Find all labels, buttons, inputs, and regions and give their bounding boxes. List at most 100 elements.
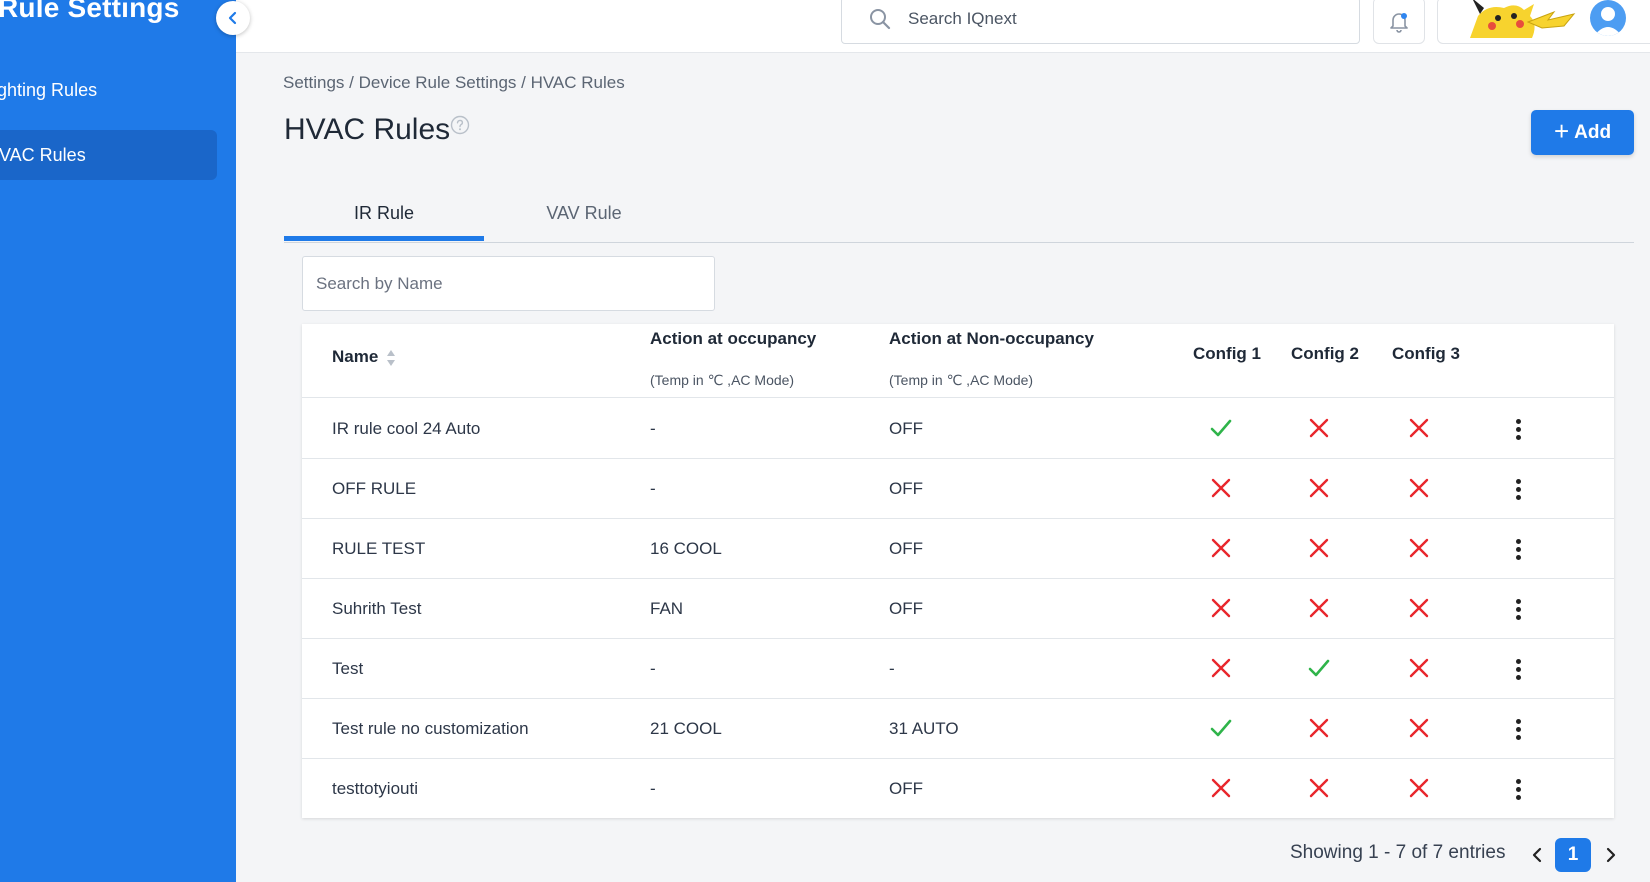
brand-mascot-image (1470, 0, 1576, 38)
more-vertical-icon-dot (1515, 606, 1521, 612)
config-1-status (1208, 415, 1234, 441)
chevron-left-icon (228, 11, 237, 25)
global-search (841, 0, 1360, 44)
table-header: Name Action at occupancy (Temp in ℃ ,AC … (302, 324, 1614, 398)
table-row[interactable]: Test rule no customization 21 COOL 31 AUTO (302, 699, 1614, 759)
tab-vav-rule[interactable]: VAV Rule (484, 193, 684, 243)
config-2-status (1306, 475, 1332, 501)
table-row[interactable]: IR rule cool 24 Auto - OFF (302, 399, 1614, 459)
active-tab-indicator (284, 236, 484, 241)
cross-icon (1211, 778, 1231, 798)
non-occupancy-action-cell: OFF (889, 779, 923, 798)
occupancy-action-cell: - (650, 779, 656, 798)
rule-name-cell: testtotyiouti (332, 779, 418, 798)
rule-name-cell: RULE TEST (332, 539, 426, 558)
cross-icon (1309, 598, 1329, 618)
cross-icon (1211, 658, 1231, 678)
add-rule-button[interactable]: + Add (1531, 110, 1634, 155)
column-header-config-3: Config 3 (1392, 344, 1460, 363)
plus-icon: + (1553, 116, 1570, 146)
previous-page-button[interactable] (1522, 840, 1552, 870)
occupancy-action-cell: - (650, 659, 656, 678)
rule-name-cell: Suhrith Test (332, 599, 422, 618)
check-icon (1210, 419, 1232, 437)
config-3-status (1406, 595, 1432, 621)
more-vertical-icon-dot (1515, 786, 1521, 792)
more-vertical-icon-dot (1515, 554, 1521, 560)
non-occupancy-action-cell: OFF (889, 599, 923, 618)
non-occupancy-action-cell: - (889, 659, 895, 678)
non-occupancy-action-cell: 31 AUTO (889, 719, 959, 738)
search-by-name-input[interactable] (302, 256, 715, 311)
page-title: HVAC Rules (284, 113, 451, 146)
profile-menu[interactable] (1437, 0, 1650, 44)
more-vertical-icon-dot (1515, 494, 1521, 500)
table-row[interactable]: testtotyiouti - OFF (302, 759, 1614, 819)
help-icon[interactable] (450, 115, 470, 135)
rule-name-cell: IR rule cool 24 Auto (332, 419, 481, 438)
page-number-current[interactable]: 1 (1555, 838, 1591, 872)
occupancy-action-cell: FAN (650, 599, 684, 618)
cross-icon (1409, 778, 1429, 798)
rule-name-cell: Test (332, 659, 364, 678)
cross-icon (1309, 478, 1329, 498)
config-3-status (1406, 715, 1432, 741)
collapse-sidebar-button[interactable] (216, 1, 250, 35)
cross-icon (1211, 538, 1231, 558)
rules-table: Name Action at occupancy (Temp in ℃ ,AC … (302, 324, 1614, 818)
config-2-status (1306, 655, 1332, 681)
sidebar-item-hvac-rules[interactable]: HVAC Rules (0, 130, 217, 180)
occupancy-action-cell: 21 COOL (650, 719, 722, 738)
cross-icon (1409, 478, 1429, 498)
more-vertical-icon (1515, 538, 1521, 544)
config-2-status (1306, 715, 1332, 741)
sidebar-item-lighting-rules[interactable]: Lighting Rules (0, 65, 217, 115)
more-vertical-icon (1515, 718, 1521, 724)
table-row[interactable]: Suhrith Test FAN OFF (302, 579, 1614, 639)
more-vertical-icon-dot (1515, 426, 1521, 432)
occupancy-action-cell: - (650, 419, 656, 438)
config-3-status (1406, 475, 1432, 501)
more-vertical-icon (1515, 658, 1521, 664)
chevron-left-icon (1532, 847, 1542, 863)
more-vertical-icon (1515, 778, 1521, 784)
pagination-summary: Showing 1 - 7 of 7 entries (1290, 842, 1506, 863)
table-row[interactable]: OFF RULE - OFF (302, 459, 1614, 519)
top-bar (236, 0, 1650, 53)
config-2-status (1306, 535, 1332, 561)
row-actions-button[interactable] (1506, 595, 1530, 623)
cross-icon (1309, 718, 1329, 738)
check-icon (1210, 719, 1232, 737)
row-actions-button[interactable] (1506, 415, 1530, 443)
more-vertical-icon (1515, 478, 1521, 484)
config-1-status (1208, 775, 1234, 801)
sidebar-item-label: Lighting Rules (0, 80, 98, 100)
next-page-button[interactable] (1596, 840, 1626, 870)
row-actions-button[interactable] (1506, 715, 1530, 743)
row-actions-button[interactable] (1506, 535, 1530, 563)
row-actions-button[interactable] (1506, 475, 1530, 503)
row-actions-button[interactable] (1506, 775, 1530, 803)
cross-icon (1309, 418, 1329, 438)
column-header-name[interactable]: Name (332, 347, 396, 368)
config-1-status (1208, 475, 1234, 501)
sidebar-item-label: HVAC Rules (0, 145, 86, 165)
more-vertical-icon-dot (1515, 666, 1521, 672)
more-vertical-icon-dot (1515, 614, 1521, 620)
column-header-occupancy-sub: (Temp in ℃ ,AC Mode) (650, 372, 795, 388)
cross-icon (1409, 598, 1429, 618)
global-search-input[interactable] (908, 6, 1328, 32)
cross-icon (1309, 778, 1329, 798)
more-vertical-icon-dot (1515, 434, 1521, 440)
cross-icon (1211, 598, 1231, 618)
column-header-occupancy: Action at occupancy (650, 329, 817, 348)
more-vertical-icon-dot (1515, 726, 1521, 732)
notifications-button[interactable] (1373, 0, 1425, 44)
cross-icon (1211, 478, 1231, 498)
table-row[interactable]: Test - - (302, 639, 1614, 699)
table-row[interactable]: RULE TEST 16 COOL OFF (302, 519, 1614, 579)
row-actions-button[interactable] (1506, 655, 1530, 683)
sort-icon[interactable] (386, 348, 396, 368)
config-1-status (1208, 655, 1234, 681)
more-vertical-icon (1515, 598, 1521, 604)
